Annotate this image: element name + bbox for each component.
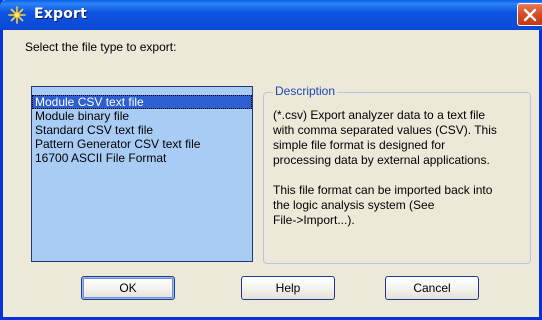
description-line: with comma separated values (CSV). This [273, 123, 497, 137]
help-button[interactable]: Help [241, 276, 335, 300]
file-type-prompt: Select the file type to export: [25, 40, 177, 54]
description-line: the logic analysis system (See [273, 198, 435, 212]
export-dialog: Export Select the file type to export: M… [0, 0, 542, 320]
close-icon [523, 8, 537, 22]
close-button[interactable] [517, 3, 542, 26]
list-item-module-binary[interactable]: Module binary file [32, 109, 252, 123]
list-item-16700-ascii[interactable]: 16700 ASCII File Format [32, 151, 252, 165]
cancel-button[interactable]: Cancel [385, 276, 479, 300]
ok-button[interactable]: OK [81, 276, 175, 300]
description-line: processing data by external applications… [273, 153, 490, 167]
title-bar[interactable]: Export [0, 0, 542, 30]
description-line: simple file format is designed for [273, 138, 446, 152]
description-line: (*.csv) Export analyzer data to a text f… [273, 108, 486, 122]
description-legend: Description [273, 84, 338, 98]
description-text: (*.csv) Export analyzer data to a text f… [273, 108, 529, 243]
file-type-list[interactable]: Module CSV text file Module binary file … [31, 86, 253, 262]
window-title: Export [34, 6, 88, 22]
list-item-module-csv[interactable]: Module CSV text file [32, 95, 252, 109]
description-line: File->Import...). [273, 213, 355, 227]
description-line: This file format can be imported back in… [273, 183, 493, 197]
list-item-standard-csv[interactable]: Standard CSV text file [32, 123, 252, 137]
sparkle-icon [8, 6, 26, 24]
list-item-pattern-generator-csv[interactable]: Pattern Generator CSV text file [32, 137, 252, 151]
